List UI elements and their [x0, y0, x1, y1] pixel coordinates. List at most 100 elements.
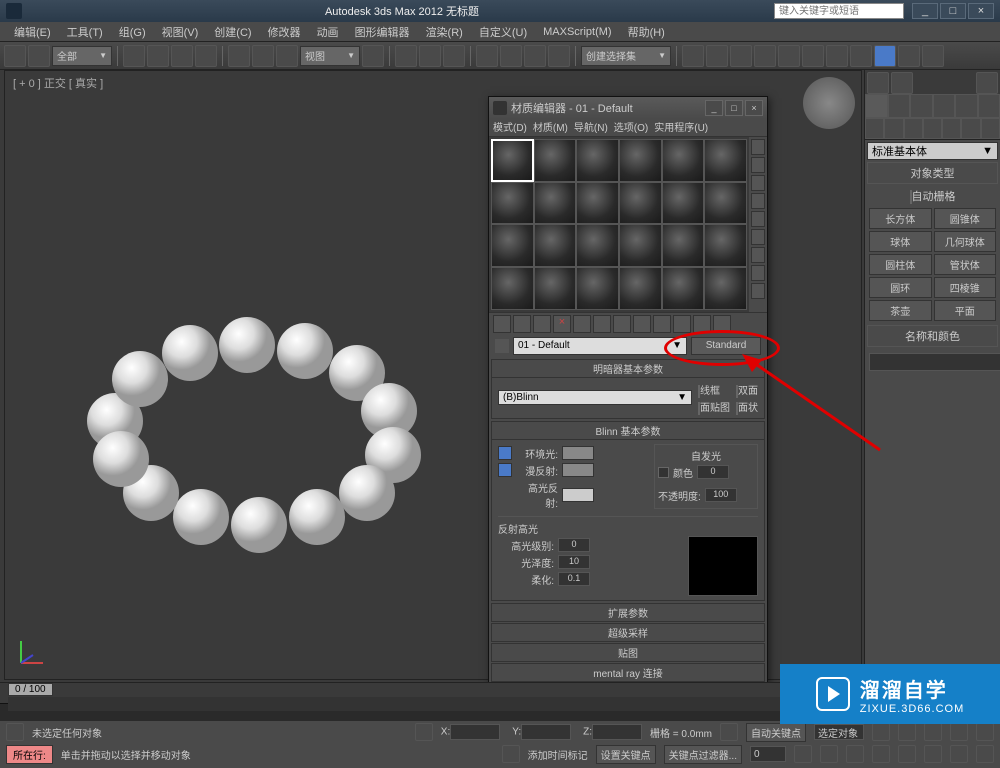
sample-slot[interactable] — [662, 182, 705, 225]
sample-slot[interactable] — [704, 267, 747, 310]
sample-slot[interactable] — [704, 139, 747, 182]
gloss-spinner[interactable]: 10 — [558, 555, 590, 569]
rollout-name-color[interactable]: 名称和颜色 — [867, 325, 998, 347]
make-copy-icon[interactable] — [573, 315, 591, 333]
menu-create[interactable]: 创建(C) — [206, 24, 259, 40]
shapes-subtab[interactable] — [884, 118, 903, 139]
all-rows-button[interactable]: 所在行: — [6, 745, 53, 764]
lock-ui-icon[interactable] — [976, 72, 998, 94]
make-unique-icon[interactable] — [593, 315, 611, 333]
menu-modifiers[interactable]: 修改器 — [260, 24, 309, 40]
sample-slot[interactable] — [619, 182, 662, 225]
maximize-icon[interactable]: □ — [940, 3, 966, 19]
put-library-icon[interactable] — [613, 315, 631, 333]
help-search-input[interactable] — [774, 3, 904, 19]
pick-material-icon[interactable] — [495, 339, 509, 353]
menu-rendering[interactable]: 渲染(R) — [418, 24, 471, 40]
sample-uv-icon[interactable] — [751, 193, 765, 209]
shader-dropdown[interactable]: (B)Blinn▼ — [498, 390, 692, 405]
goto-end-icon[interactable] — [976, 723, 994, 741]
autokey-button[interactable]: 自动关键点 — [746, 723, 806, 742]
layers-icon[interactable] — [730, 45, 752, 67]
sample-slot[interactable] — [576, 182, 619, 225]
menu-views[interactable]: 视图(V) — [154, 24, 207, 40]
orbit-icon[interactable] — [950, 745, 968, 763]
setkey-button[interactable]: 设置关键点 — [596, 745, 656, 764]
prev-frame-icon[interactable] — [898, 723, 916, 741]
lock-selection-icon[interactable] — [415, 723, 433, 741]
pivot-icon[interactable] — [362, 45, 384, 67]
sample-slot[interactable] — [619, 267, 662, 310]
rollout-supersampling[interactable]: 超级采样 — [491, 623, 765, 642]
light-lister-icon[interactable] — [867, 72, 889, 94]
rollout-maps[interactable]: 贴图 — [491, 643, 765, 662]
sample-slot[interactable] — [576, 224, 619, 267]
specular-swatch[interactable] — [562, 488, 594, 502]
select-icon[interactable] — [123, 45, 145, 67]
isolate-icon[interactable] — [720, 723, 738, 741]
fov-icon[interactable] — [898, 745, 916, 763]
sample-slot[interactable] — [534, 224, 577, 267]
cameras-subtab[interactable] — [923, 118, 942, 139]
sample-slot[interactable] — [704, 182, 747, 225]
pyramid-button[interactable]: 四棱锥 — [934, 277, 997, 298]
material-id-icon[interactable] — [751, 283, 765, 299]
refcoord-dropdown[interactable]: 视图▼ — [300, 46, 360, 66]
sample-slot[interactable] — [576, 267, 619, 310]
pan-icon[interactable] — [924, 745, 942, 763]
plane-button[interactable]: 平面 — [934, 300, 997, 321]
sample-slot[interactable] — [576, 139, 619, 182]
menu-help[interactable]: 帮助(H) — [620, 24, 673, 40]
sample-slot[interactable] — [491, 267, 534, 310]
sample-slot[interactable] — [534, 267, 577, 310]
keyfilter-button[interactable]: 关键点过滤器... — [664, 745, 742, 764]
diffuse-lock-icon[interactable] — [498, 463, 512, 477]
backlight-icon[interactable] — [751, 157, 765, 173]
material-name-dropdown[interactable]: 01 - Default▼ — [513, 337, 687, 355]
scene-object-bracelet[interactable] — [55, 271, 475, 631]
teapot-render-icon[interactable] — [922, 45, 944, 67]
y-coord-input[interactable] — [521, 724, 571, 740]
get-material-icon[interactable] — [493, 315, 511, 333]
menu-graph-editors[interactable]: 图形编辑器 — [347, 24, 418, 40]
sample-slot[interactable] — [619, 224, 662, 267]
reset-material-icon[interactable]: × — [553, 315, 571, 333]
systems-subtab[interactable] — [981, 118, 1000, 139]
x-coord-input[interactable] — [450, 724, 500, 740]
next-frame-icon[interactable] — [950, 723, 968, 741]
put-material-icon[interactable] — [513, 315, 531, 333]
timeline-ruler[interactable] — [8, 697, 860, 711]
menu-maxscript[interactable]: MAXScript(M) — [535, 26, 619, 38]
make-preview-icon[interactable] — [751, 229, 765, 245]
z-coord-input[interactable] — [592, 724, 642, 740]
tube-button[interactable]: 管状体 — [934, 254, 997, 275]
minimize-icon[interactable]: _ — [912, 3, 938, 19]
material-effects-icon[interactable] — [633, 315, 651, 333]
select-region-icon[interactable] — [171, 45, 193, 67]
goto-start-icon[interactable] — [872, 723, 890, 741]
rotate-icon[interactable] — [252, 45, 274, 67]
window-crossing-icon[interactable] — [195, 45, 217, 67]
hierarchy-tab[interactable] — [910, 94, 933, 118]
motion-tab[interactable] — [933, 94, 956, 118]
lights-subtab[interactable] — [904, 118, 923, 139]
matmenu-material[interactable]: 材质(M) — [533, 119, 568, 136]
rollout-object-type[interactable]: 对象类型 — [867, 162, 998, 184]
render-setup-icon[interactable] — [826, 45, 848, 67]
time-config-icon[interactable] — [794, 745, 812, 763]
options-icon[interactable] — [751, 247, 765, 263]
close-icon[interactable]: × — [968, 3, 994, 19]
selection-filter-dropdown[interactable]: 全部▼ — [52, 46, 112, 66]
material-type-button[interactable]: Standard — [691, 337, 761, 355]
spinner-snap-icon[interactable] — [548, 45, 570, 67]
sample-slot[interactable] — [704, 224, 747, 267]
sample-slot-1[interactable] — [491, 139, 534, 182]
mirror-icon[interactable] — [419, 45, 441, 67]
menu-edit[interactable]: 编辑(E) — [6, 24, 59, 40]
maximize-viewport-icon[interactable] — [976, 745, 994, 763]
viewport-label[interactable]: [ + 0 ] 正交 [ 真实 ] — [13, 75, 103, 91]
matmenu-utilities[interactable]: 实用程序(U) — [654, 119, 708, 136]
render-frame-icon[interactable] — [850, 45, 872, 67]
create-tab[interactable] — [865, 94, 888, 118]
sample-slot[interactable] — [491, 182, 534, 225]
